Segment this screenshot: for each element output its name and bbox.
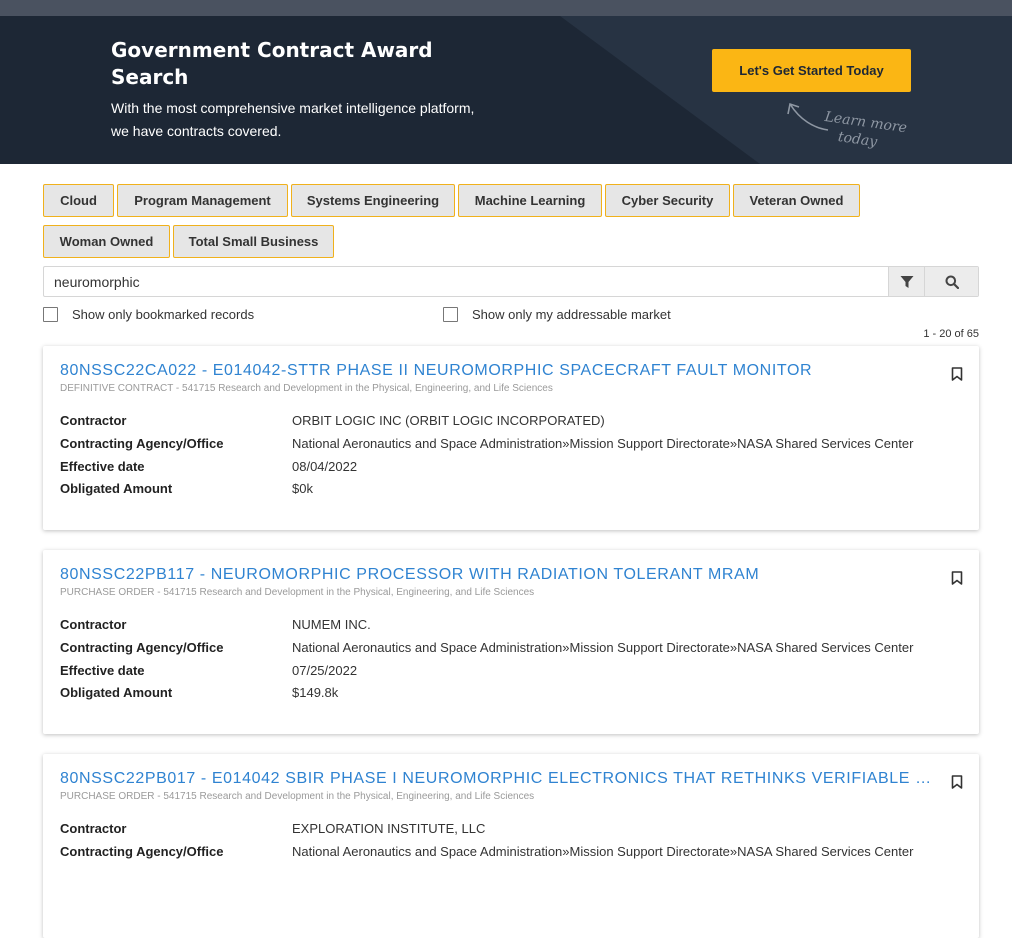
obligated-amount-value: $149.8k [292,685,339,700]
obligated-amount-row: Obligated Amount $0k [60,481,313,496]
tag-cloud[interactable]: Cloud [43,184,114,217]
search-input[interactable] [44,267,888,296]
contractor-label: Contractor [60,413,127,428]
checkbox-box[interactable] [43,307,58,322]
agency-value: National Aeronautics and Space Administr… [292,436,914,451]
checkbox-box[interactable] [443,307,458,322]
bookmarked-only-checkbox[interactable]: Show only bookmarked records [43,307,254,322]
agency-value: National Aeronautics and Space Administr… [292,640,914,655]
result-card: 80NSSC22PB117 - NEUROMORPHIC PROCESSOR W… [43,550,979,734]
addressable-market-label: Show only my addressable market [472,307,671,322]
obligated-amount-label: Obligated Amount [60,481,173,496]
result-title-link[interactable]: 80NSSC22PB117 - NEUROMORPHIC PROCESSOR W… [60,566,935,584]
contractor-row: Contractor ORBIT LOGIC INC (ORBIT LOGIC … [60,413,605,428]
contractor-value: NUMEM INC. [292,617,371,632]
get-started-button[interactable]: Let's Get Started Today [712,49,911,92]
effective-date-row: Effective date 07/25/2022 [60,663,357,678]
tag-total-small-business[interactable]: Total Small Business [173,225,334,258]
agency-row: Contracting Agency/Office National Aeron… [60,844,913,859]
contractor-label: Contractor [60,821,127,836]
tag-machine-learning[interactable]: Machine Learning [458,184,602,217]
hero-banner: Government Contract Award Search With th… [0,16,1012,164]
bookmark-icon[interactable] [951,775,963,789]
result-title-link[interactable]: 80NSSC22PB017 - E014042 SBIR PHASE I NEU… [60,770,935,788]
effective-date-value: 07/25/2022 [292,663,358,678]
agency-value: National Aeronautics and Space Administr… [292,844,914,859]
result-type: PURCHASE ORDER - 541715 Research and Dev… [60,587,535,598]
result-type: PURCHASE ORDER - 541715 Research and Dev… [60,791,535,802]
filter-icon [900,275,913,288]
result-card: 80NSSC22PB017 - E014042 SBIR PHASE I NEU… [43,754,979,938]
search-bar [43,266,979,297]
agency-label: Contracting Agency/Office [60,436,224,451]
tag-veteran-owned[interactable]: Veteran Owned [733,184,860,217]
obligated-amount-value: $0k [292,481,313,496]
contractor-value: EXPLORATION INSTITUTE, LLC [292,821,486,836]
agency-row: Contracting Agency/Office National Aeron… [60,436,913,451]
results-count: 1 - 20 of 65 [923,328,979,340]
tag-program-management[interactable]: Program Management [117,184,288,217]
agency-label: Contracting Agency/Office [60,844,224,859]
bookmark-icon[interactable] [951,571,963,585]
contractor-label: Contractor [60,617,127,632]
tag-woman-owned[interactable]: Woman Owned [43,225,170,258]
top-bar [0,0,1012,16]
filter-button[interactable] [888,267,924,296]
search-button[interactable] [924,267,978,296]
tag-systems-engineering[interactable]: Systems Engineering [291,184,455,217]
contractor-row: Contractor NUMEM INC. [60,617,371,632]
contractor-value: ORBIT LOGIC INC (ORBIT LOGIC INCORPORATE… [292,413,605,428]
search-icon [945,275,959,289]
effective-date-label: Effective date [60,459,145,474]
effective-date-row: Effective date 08/04/2022 [60,459,357,474]
bookmarked-only-label: Show only bookmarked records [72,307,255,322]
result-card: 80NSSC22CA022 - E014042-STTR PHASE II NE… [43,346,979,530]
hero-subtitle: With the most comprehensive market intel… [111,100,475,139]
obligated-amount-label: Obligated Amount [60,685,173,700]
agency-row: Contracting Agency/Office National Aeron… [60,640,913,655]
hero-title: Government Contract Award Search [111,38,433,89]
contractor-row: Contractor EXPLORATION INSTITUTE, LLC [60,821,485,836]
tag-cyber-security[interactable]: Cyber Security [605,184,730,217]
bookmark-icon[interactable] [951,367,963,381]
result-type: DEFINITIVE CONTRACT - 541715 Research an… [60,383,553,394]
obligated-amount-row: Obligated Amount $149.8k [60,685,338,700]
agency-label: Contracting Agency/Office [60,640,224,655]
result-title-link[interactable]: 80NSSC22CA022 - E014042-STTR PHASE II NE… [60,362,935,380]
addressable-market-checkbox[interactable]: Show only my addressable market [443,307,671,322]
effective-date-label: Effective date [60,663,145,678]
effective-date-value: 08/04/2022 [292,459,358,474]
